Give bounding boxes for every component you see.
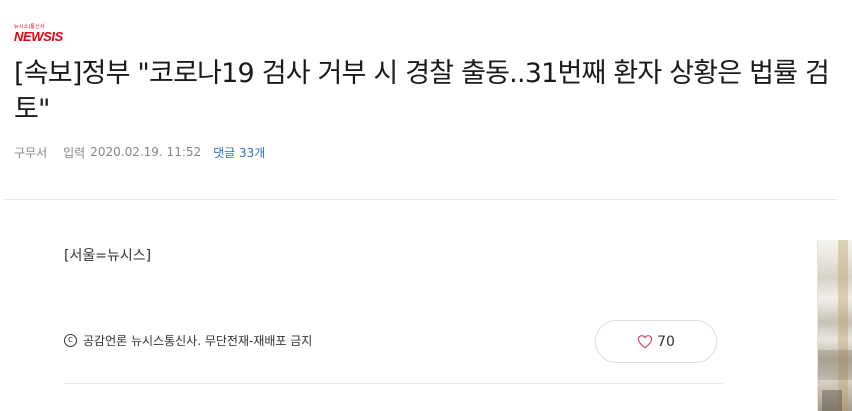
published-date: 2020.02.19. 11:52 bbox=[90, 145, 202, 159]
header-divider bbox=[5, 199, 837, 200]
heart-icon bbox=[637, 335, 653, 349]
article-meta: 구무서 입력 2020.02.19. 11:52 댓글 33개 bbox=[14, 144, 265, 160]
logo-wordmark: NEWSIS bbox=[14, 29, 63, 44]
like-count: 70 bbox=[657, 333, 675, 350]
comments-link[interactable]: 댓글 33개 bbox=[213, 144, 265, 161]
date-label: 입력 bbox=[63, 145, 86, 160]
reporter-name[interactable]: 구무서 bbox=[14, 144, 47, 161]
article-page: 뉴시스|통신사 NEWSIS [속보]정부 "코로나19 검사 거부 시 경찰 … bbox=[0, 0, 852, 411]
copyright-icon: c bbox=[64, 334, 77, 347]
article-photo[interactable] bbox=[817, 240, 852, 411]
like-button[interactable]: 70 bbox=[595, 320, 717, 363]
article-dateline: [서울=뉴시스] bbox=[64, 248, 152, 264]
copyright-notice: c 공감언론 뉴시스통신사. 무단전재-재배포 금지 bbox=[64, 332, 312, 349]
body-divider bbox=[64, 383, 723, 384]
newsis-logo[interactable]: 뉴시스|통신사 NEWSIS bbox=[14, 24, 63, 43]
article-next-line bbox=[64, 402, 174, 411]
copyright-text: 공감언론 뉴시스통신사. 무단전재-재배포 금지 bbox=[83, 334, 313, 348]
article-headline: [속보]정부 "코로나19 검사 거부 시 경찰 출동..31번째 환자 상황은… bbox=[14, 58, 830, 125]
